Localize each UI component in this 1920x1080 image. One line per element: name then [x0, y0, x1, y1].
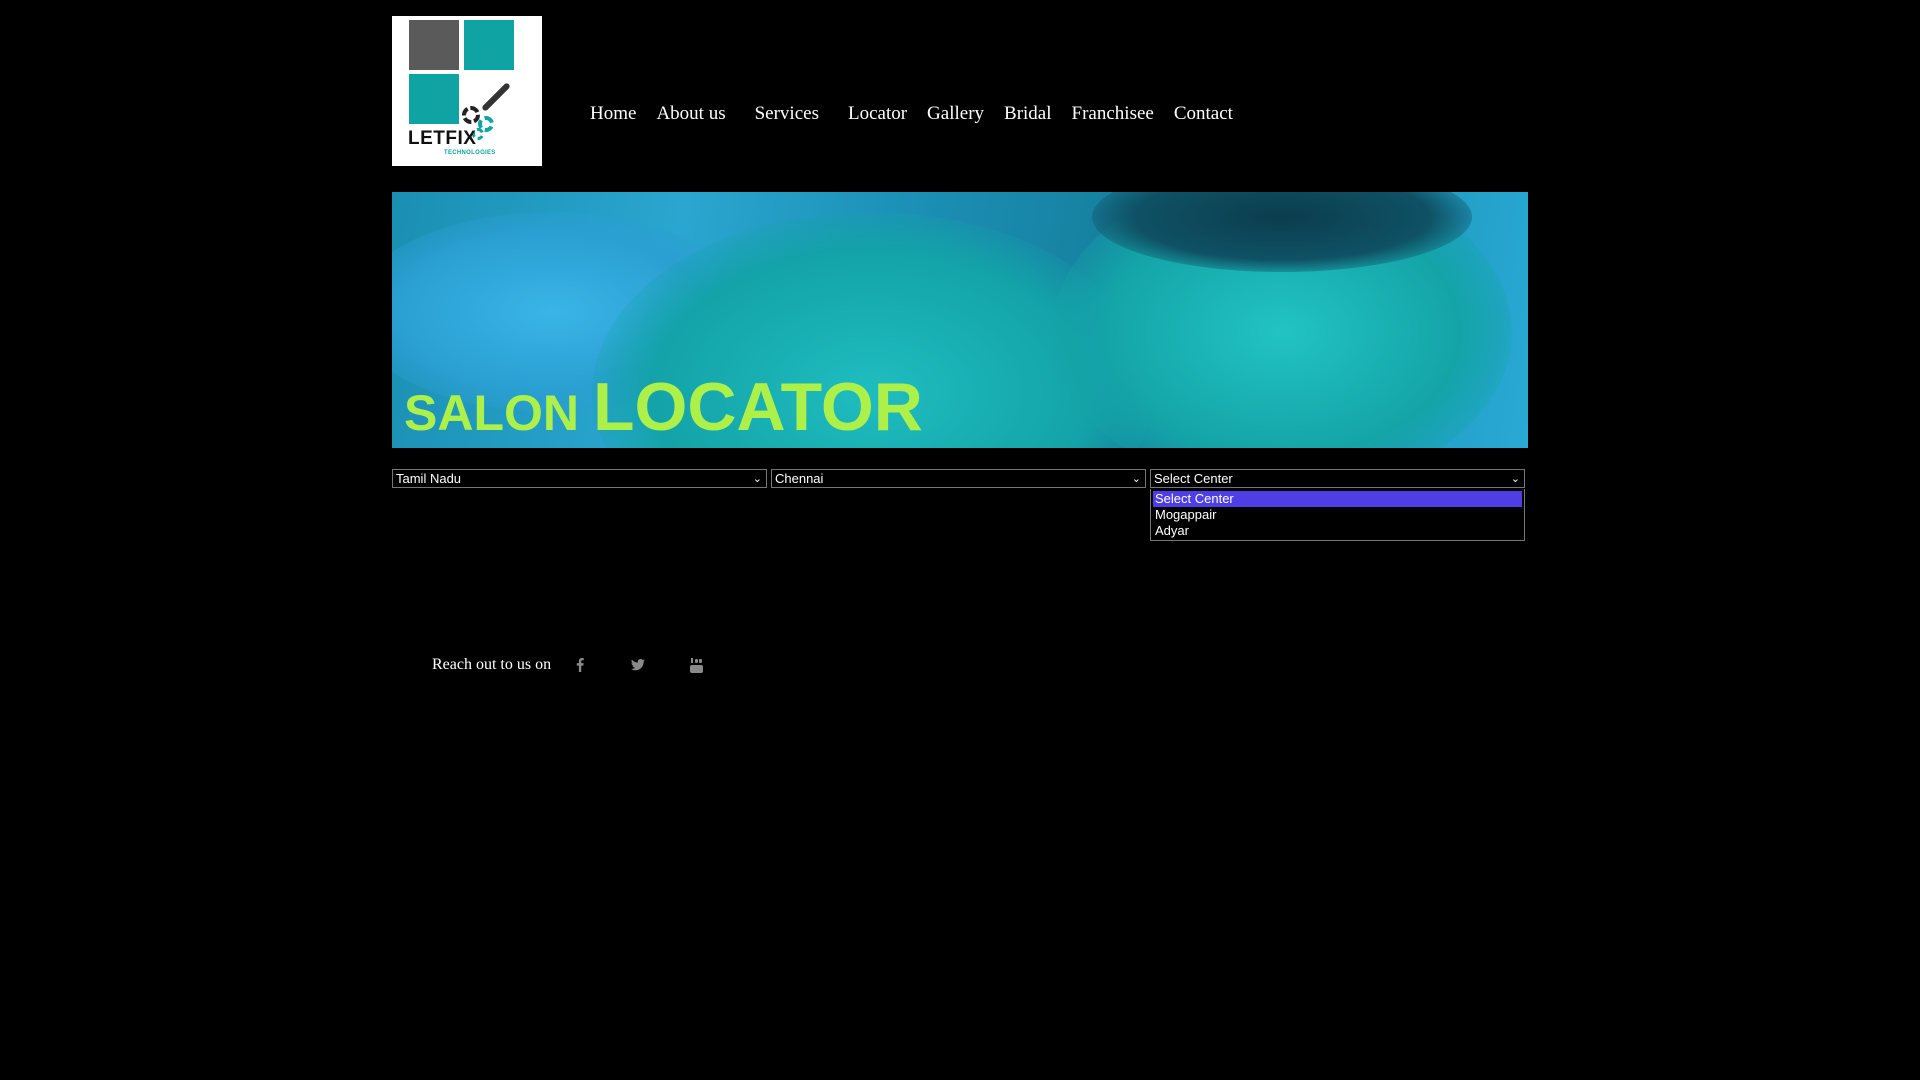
reach-out-text: Reach out to us on	[432, 656, 552, 673]
city-select-value: Chennai	[775, 471, 824, 486]
header: LETFIX TECHNOLOGIES Home About us Servic…	[392, 0, 1528, 192]
nav-item-bridal[interactable]: Bridal	[1004, 103, 1052, 125]
center-select[interactable]: Select Center ⌄	[1150, 469, 1525, 488]
state-select[interactable]: Tamil Nadu ⌄	[392, 469, 767, 488]
chevron-down-icon: ⌄	[1131, 473, 1141, 485]
footer-social: Reach out to us on	[432, 656, 747, 674]
youtube-icon[interactable]	[689, 657, 703, 673]
center-select-value: Select Center	[1154, 471, 1233, 486]
logo-square-teal	[464, 20, 514, 70]
banner-title-big: LOCATOR	[593, 369, 923, 445]
logo-square-gray	[409, 20, 459, 70]
chevron-down-icon: ⌄	[1510, 473, 1520, 485]
facebook-icon[interactable]	[573, 657, 587, 673]
logo[interactable]: LETFIX TECHNOLOGIES	[392, 16, 542, 166]
nav-item-home[interactable]: Home	[590, 103, 636, 125]
logo-square-teal-lower	[409, 74, 459, 124]
chevron-down-icon: ⌄	[752, 473, 762, 485]
logo-subtitle-text: TECHNOLOGIES	[444, 150, 496, 156]
page: LETFIX TECHNOLOGIES Home About us Servic…	[392, 0, 1528, 673]
nav-item-services[interactable]: Services	[755, 103, 819, 125]
state-select-value: Tamil Nadu	[396, 471, 462, 486]
nav-item-franchisee[interactable]: Franchisee	[1072, 103, 1154, 125]
center-option[interactable]: Adyar	[1153, 523, 1522, 539]
center-dropdown-list: Select Center Mogappair Adyar	[1150, 489, 1525, 541]
logo-brand-text: LETFIX	[408, 128, 477, 149]
locator-selects: Tamil Nadu ⌄ Chennai ⌄ Select Center ⌄	[392, 469, 1528, 489]
twitter-icon[interactable]	[631, 657, 646, 673]
main-nav: Home About us Services Locator Gallery B…	[590, 103, 1253, 125]
nav-item-locator[interactable]: Locator	[848, 103, 907, 125]
nav-item-contact[interactable]: Contact	[1174, 103, 1233, 125]
hero-banner: SALON LOCATOR	[392, 192, 1528, 448]
center-option[interactable]: Mogappair	[1153, 507, 1522, 523]
nav-item-about[interactable]: About us	[656, 103, 725, 125]
banner-title: SALON LOCATOR	[404, 368, 923, 446]
nav-item-gallery[interactable]: Gallery	[927, 103, 984, 125]
banner-title-small: SALON	[404, 385, 579, 441]
wrench-icon	[481, 82, 511, 112]
center-option[interactable]: Select Center	[1153, 491, 1522, 507]
city-select[interactable]: Chennai ⌄	[771, 469, 1146, 488]
